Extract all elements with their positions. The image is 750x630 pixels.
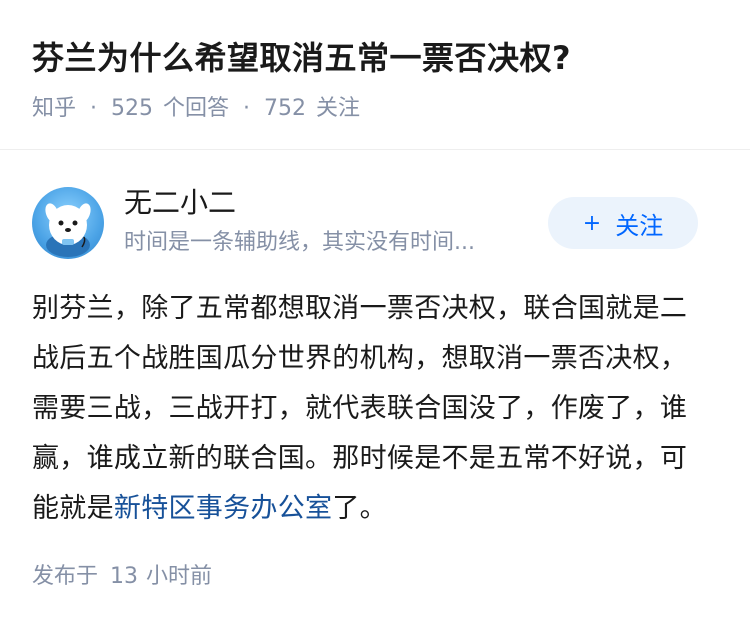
question-header: 芬兰为什么希望取消五常一票否决权? 知乎 · 525 个回答 · 752 关注: [0, 0, 750, 150]
answer-footer: 发布于 13 小时前: [32, 562, 212, 592]
answer-text: 别芬兰，除了五常都想取消一票否决权，联合国就是二战后五个战胜国瓜分世界的机构，想…: [32, 293, 688, 524]
follow-button[interactable]: + 关注: [548, 197, 698, 249]
published-time: 13: [110, 564, 139, 589]
question-meta: 知乎 · 525 个回答 · 752 关注: [32, 94, 718, 124]
source-label[interactable]: 知乎: [32, 94, 76, 124]
meta-separator: ·: [90, 96, 98, 121]
follow-button-label: 关注: [615, 211, 664, 240]
answer-count-label: 个回答: [163, 96, 230, 121]
plus-icon: +: [582, 210, 602, 236]
author-bio: 时间是一条辅助线，其实没有时间...: [124, 230, 475, 255]
question-title[interactable]: 芬兰为什么希望取消五常一票否决权?: [32, 36, 718, 80]
published-label: 发布于: [32, 564, 99, 589]
answer-link[interactable]: 新特区事务办公室: [114, 493, 332, 524]
published-time-unit: 小时前: [146, 564, 213, 589]
avatar[interactable]: [32, 187, 104, 259]
meta-separator: ·: [243, 96, 251, 121]
follow-count-label: 关注: [316, 96, 361, 121]
follow-count: 752: [264, 96, 307, 121]
cartoon-dog-avatar-icon: [45, 203, 91, 257]
answer-count: 525: [111, 96, 154, 121]
answer-content: 别芬兰，除了五常都想取消一票否决权，联合国就是二战后五个战胜国瓜分世界的机构，想…: [32, 284, 712, 534]
author-name[interactable]: 无二小二: [124, 185, 236, 221]
answer-page: 芬兰为什么希望取消五常一票否决权? 知乎 · 525 个回答 · 752 关注: [0, 0, 750, 630]
answer-text-end: 了。: [332, 493, 387, 524]
author-row: 无二小二 时间是一条辅助线，其实没有时间... + 关注: [32, 185, 698, 259]
